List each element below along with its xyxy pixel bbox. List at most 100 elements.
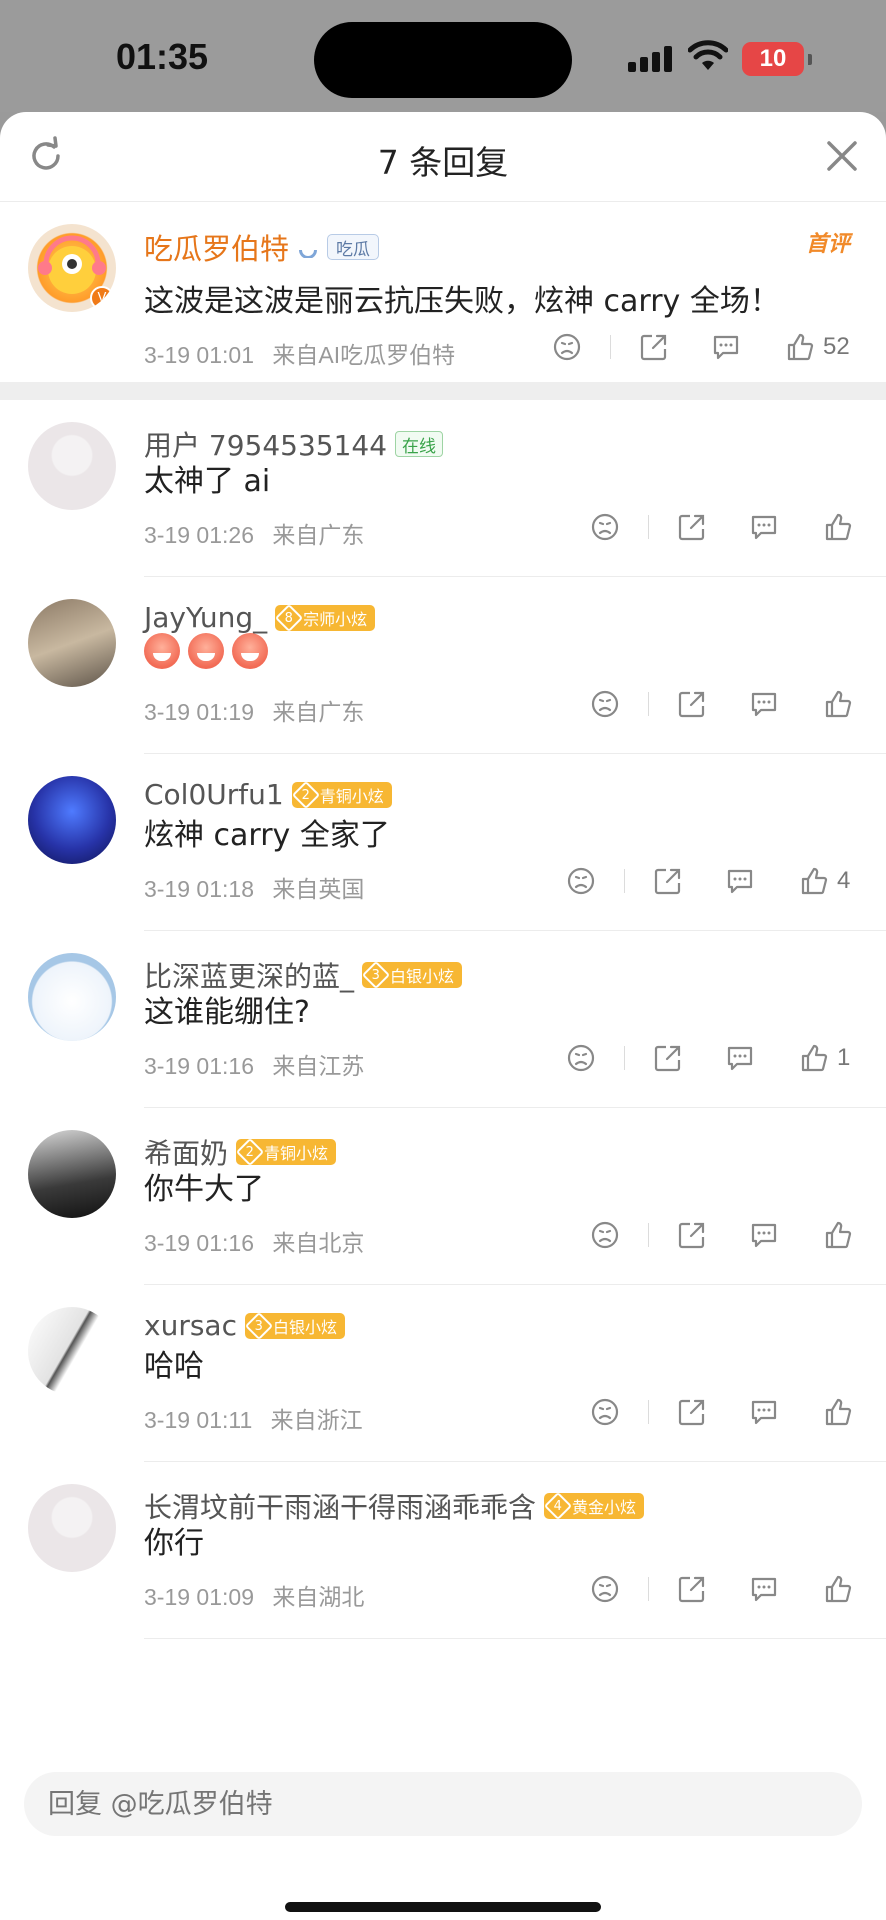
avatar[interactable]: [28, 776, 116, 864]
like-count: 4: [837, 867, 851, 894]
comment-icon[interactable]: [749, 1397, 779, 1427]
comment-icon[interactable]: [749, 689, 779, 719]
dislike-icon[interactable]: [590, 512, 620, 542]
dislike-icon[interactable]: [590, 1220, 620, 1250]
reply-item: 希面奶 2 青铜小炫 你牛大了 3-19 01:16 来自北京: [0, 1108, 886, 1285]
reply-text: 哈哈: [144, 1349, 204, 1384]
reply-text: 你牛大了: [144, 1172, 264, 1207]
like-icon[interactable]: [823, 689, 853, 719]
reply-text: 你行: [144, 1526, 204, 1561]
comment-icon[interactable]: [749, 1574, 779, 1604]
avatar[interactable]: V: [28, 224, 116, 312]
share-icon[interactable]: [677, 1220, 707, 1250]
level-number: 8: [285, 610, 294, 625]
username[interactable]: xursac: [144, 1309, 237, 1342]
laughing-emoji-icon: [188, 633, 224, 669]
comment-icon[interactable]: [749, 512, 779, 542]
close-icon[interactable]: [824, 138, 860, 174]
reply-meta: 3-19 01:16 来自北京: [144, 1224, 364, 1258]
share-icon[interactable]: [677, 512, 707, 542]
like-icon[interactable]: [823, 512, 853, 542]
avatar[interactable]: [28, 1307, 116, 1395]
user-badge: 吃瓜: [327, 234, 380, 260]
name-row: JayYung_ 8 宗师小炫: [144, 601, 376, 634]
avatar[interactable]: [28, 1130, 116, 1218]
laughing-emoji-icon: [232, 633, 268, 669]
reply-text: 这谁能绷住?: [144, 995, 310, 1030]
level-icon: 2: [235, 1137, 265, 1167]
reply-item: Col0Urfu1 2 青铜小炫 炫神 carry 全家了 3-19 01:18 …: [0, 754, 886, 931]
dislike-icon[interactable]: [552, 332, 582, 362]
level-badge: 2 青铜小炫: [291, 780, 392, 809]
username[interactable]: JayYung_: [144, 601, 267, 634]
dislike-icon[interactable]: [566, 866, 596, 896]
like-icon[interactable]: [823, 1574, 853, 1604]
comment-source: 来自AI吃瓜罗伯特: [272, 342, 456, 368]
username[interactable]: Col0Urfu1: [144, 778, 284, 811]
level-badge: 3 白银小炫: [361, 960, 463, 990]
reply-date: 3-19 01:09: [144, 1584, 254, 1610]
reply-input[interactable]: [48, 1788, 862, 1820]
reply-location: 来自北京: [272, 1230, 365, 1256]
avatar[interactable]: [28, 422, 116, 510]
like-icon[interactable]: [823, 1397, 853, 1427]
like-icon[interactable]: [785, 332, 815, 362]
level-icon: 3: [361, 960, 391, 990]
share-icon[interactable]: [653, 866, 683, 896]
comment-meta: 3-19 01:01 来自AI吃瓜罗伯特: [144, 336, 455, 370]
action-divider: [648, 692, 649, 716]
dynamic-island: [314, 22, 572, 98]
reply-meta: 3-19 01:09 来自湖北: [144, 1578, 364, 1612]
reply-item: 长渭坟前干雨涵干得雨涵乖乖含 4 黄金小炫 你行 3-19 01:09 来自湖北: [0, 1462, 886, 1639]
like-icon[interactable]: [799, 866, 829, 896]
dislike-icon[interactable]: [590, 689, 620, 719]
reply-location: 来自广东: [272, 522, 365, 548]
reply-meta: 3-19 01:11 来自浙江: [144, 1401, 363, 1435]
comment-icon[interactable]: [725, 1043, 755, 1073]
like-icon[interactable]: [823, 1220, 853, 1250]
name-row: Col0Urfu1 2 青铜小炫: [144, 778, 392, 811]
name-row: xursac 3 白银小炫: [144, 1309, 345, 1342]
comment-text: 这波是这波是丽云抗压失败，炫神 carry 全场！: [144, 284, 780, 319]
reply-date: 3-19 01:26: [144, 522, 254, 548]
home-indicator: [285, 1902, 601, 1912]
reply-actions: [590, 1574, 853, 1604]
avatar[interactable]: [28, 953, 116, 1041]
level-number: 3: [371, 967, 381, 983]
action-divider: [648, 1400, 649, 1424]
reply-text: 太神了 ai: [144, 464, 271, 499]
dislike-icon[interactable]: [590, 1397, 620, 1427]
first-comment-tag: 首评: [805, 232, 850, 257]
online-badge: 在线: [395, 431, 444, 457]
reply-location: 来自英国: [272, 876, 365, 902]
avatar[interactable]: [28, 599, 116, 687]
reply-location: 来自浙江: [270, 1407, 363, 1433]
dislike-icon[interactable]: [566, 1043, 596, 1073]
reply-input-bar[interactable]: [24, 1772, 862, 1836]
share-icon[interactable]: [639, 332, 669, 362]
reply-meta: 3-19 01:19 来自广东: [144, 693, 364, 727]
reply-meta: 3-19 01:16 来自江苏: [144, 1047, 364, 1081]
share-icon[interactable]: [677, 1574, 707, 1604]
comment-icon[interactable]: [711, 332, 741, 362]
username[interactable]: 吃瓜罗伯特: [144, 226, 289, 268]
name-row: 长渭坟前干雨涵干得雨涵乖乖含 4 黄金小炫: [144, 1486, 645, 1526]
reply-item: 比深蓝更深的蓝_ 3 白银小炫 这谁能绷住? 3-19 01:16 来自江苏 1: [0, 931, 886, 1108]
level-badge: 3 白银小炫: [244, 1311, 345, 1340]
section-divider: [0, 382, 886, 400]
comment-icon[interactable]: [725, 866, 755, 896]
action-divider: [610, 335, 611, 359]
battery-icon: 10: [742, 42, 812, 76]
share-icon[interactable]: [653, 1043, 683, 1073]
reply-date: 3-19 01:16: [144, 1230, 254, 1256]
like-icon[interactable]: [799, 1043, 829, 1073]
avatar[interactable]: [28, 1484, 116, 1572]
reply-item: 用户 7954535144 在线 太神了 ai 3-19 01:26 来自广东: [0, 400, 886, 577]
reply-actions: 4: [566, 866, 850, 896]
replies-sheet: 7 条回复 V 吃瓜罗伯特 吃瓜 首评 这波是这波是丽云抗压失败，炫神 carr…: [0, 112, 886, 1920]
comment-icon[interactable]: [749, 1220, 779, 1250]
level-badge-label: 宗师小炫: [303, 609, 368, 629]
dislike-icon[interactable]: [590, 1574, 620, 1604]
share-icon[interactable]: [677, 1397, 707, 1427]
share-icon[interactable]: [677, 689, 707, 719]
